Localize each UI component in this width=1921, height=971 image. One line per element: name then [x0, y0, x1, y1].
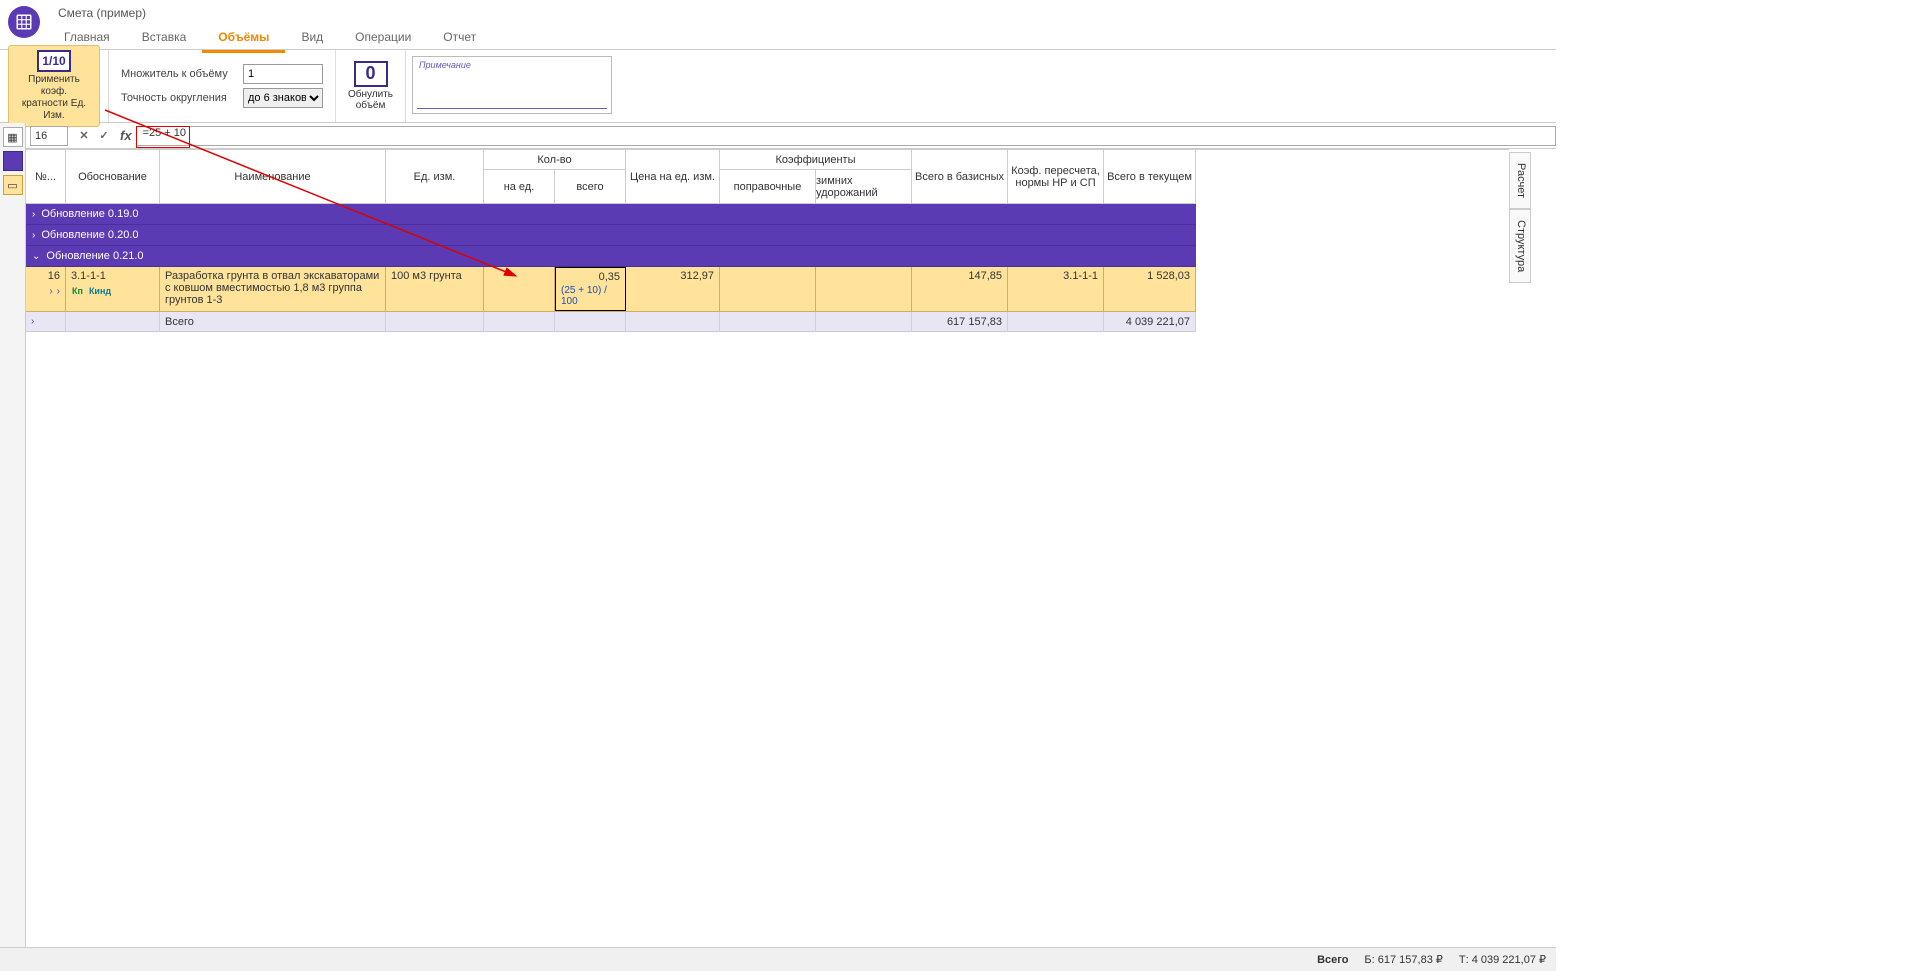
- rail-btn-3[interactable]: ▭: [3, 175, 23, 195]
- status-curr: Т: 4 039 221,07 ₽: [1459, 953, 1546, 966]
- fx-icon[interactable]: fx: [120, 128, 132, 143]
- titlebar: Смета (пример) Главная Вставка Объёмы Ви…: [0, 0, 1556, 50]
- note-input[interactable]: Примечание: [412, 56, 612, 114]
- multiplier-input[interactable]: [243, 64, 323, 84]
- status-base: Б: 617 157,83 ₽: [1364, 953, 1442, 966]
- col-price[interactable]: Цена на ед. изм.: [626, 150, 720, 203]
- apply-coef-button[interactable]: 1/10 Применить коэф. кратности Ед. Изм.: [8, 45, 100, 127]
- col-num[interactable]: №...: [26, 150, 66, 203]
- status-bar: Всего Б: 617 157,83 ₽ Т: 4 039 221,07 ₽: [0, 947, 1556, 971]
- fraction-icon: 1/10: [37, 50, 71, 72]
- cell-recalc: 3.1-1-1: [1008, 267, 1104, 311]
- formula-input[interactable]: =25 + 10: [136, 126, 1556, 146]
- right-tab-calc[interactable]: Расчет: [1509, 152, 1531, 209]
- precision-label: Точность округления: [121, 92, 237, 104]
- multiplier-label: Множитель к объёму: [121, 68, 237, 80]
- main-grid: №... Обоснование Наименование Ед. изм. К…: [26, 149, 1509, 947]
- cell-curr: 1 528,03: [1104, 267, 1196, 311]
- expand-icon[interactable]: ›: [31, 316, 34, 327]
- rail-btn-1[interactable]: ▦: [3, 127, 23, 147]
- formula-bar: 16 ✕ ✓ fx =25 + 10: [0, 123, 1556, 149]
- tab-report[interactable]: Отчет: [427, 24, 492, 53]
- tab-operations[interactable]: Операции: [339, 24, 427, 53]
- col-curr[interactable]: Всего в текущем: [1104, 150, 1196, 203]
- chevron-right-icon: ›: [32, 230, 35, 241]
- col-qty-group: Кол-во на ед. всего: [484, 150, 626, 203]
- col-base[interactable]: Всего в базисных: [912, 150, 1008, 203]
- col-coef-winter[interactable]: зимних удорожаний: [816, 170, 911, 203]
- expand-icon-2[interactable]: ›: [57, 286, 60, 297]
- zero-volume-button[interactable]: 0 Обнулить объём: [344, 57, 397, 115]
- window-title: Смета (пример): [48, 4, 492, 24]
- cell-reference[interactable]: 16: [30, 126, 68, 146]
- expand-icon[interactable]: ›: [49, 286, 52, 297]
- cell-qty-total[interactable]: 0,35 (25 + 10) / 100: [555, 267, 626, 311]
- tab-view[interactable]: Вид: [285, 24, 339, 53]
- right-rail: Расчет Структура: [1509, 152, 1531, 283]
- table-row[interactable]: 16 › › 3.1-1-1 Кп Кинд Разработка грунта…: [26, 267, 1196, 312]
- col-coef-corr[interactable]: поправочные: [720, 170, 816, 203]
- cell-coef-winter: [816, 267, 912, 311]
- col-obos[interactable]: Обоснование: [66, 150, 160, 203]
- section-0200[interactable]: › Обновление 0.20.0: [26, 225, 1196, 246]
- cell-name: Разработка грунта в отвал экскаваторами …: [160, 267, 386, 311]
- left-rail: ▦ ▭: [0, 123, 26, 947]
- zero-icon: 0: [354, 61, 388, 87]
- col-name[interactable]: Наименование: [160, 150, 386, 203]
- section-0190[interactable]: › Обновление 0.19.0: [26, 204, 1196, 225]
- section-0210[interactable]: ⌄ Обновление 0.21.0: [26, 246, 1196, 267]
- cell-coef-corr: [720, 267, 816, 311]
- col-unit[interactable]: Ед. изм.: [386, 150, 484, 203]
- col-qty-unit[interactable]: на ед.: [484, 170, 555, 203]
- right-tab-struct[interactable]: Структура: [1509, 209, 1531, 283]
- chevron-down-icon: ⌄: [32, 251, 40, 262]
- app-icon: [8, 6, 40, 38]
- summary-row: › Всего 617 157,83 4 039 221,07: [26, 312, 1196, 332]
- cell-num: 16 › ›: [26, 267, 66, 311]
- col-coef-group: Коэффициенты поправочные зимних удорожан…: [720, 150, 912, 203]
- grid-header: №... Обоснование Наименование Ед. изм. К…: [26, 150, 1196, 204]
- col-recalc[interactable]: Коэф. пересчета, нормы НР и СП: [1008, 150, 1104, 203]
- ribbon-tabs: Главная Вставка Объёмы Вид Операции Отче…: [48, 24, 492, 53]
- chevron-right-icon: ›: [32, 209, 35, 220]
- cell-qty-unit: [484, 267, 555, 311]
- cancel-icon[interactable]: ✕: [76, 128, 92, 144]
- tab-volumes[interactable]: Объёмы: [202, 24, 285, 53]
- col-qty-total[interactable]: всего: [555, 170, 625, 203]
- tab-insert[interactable]: Вставка: [126, 24, 203, 53]
- cell-unit: 100 м3 грунта: [386, 267, 484, 311]
- ribbon: 1/10 Применить коэф. кратности Ед. Изм. …: [0, 50, 1556, 123]
- rail-btn-2[interactable]: [3, 151, 23, 171]
- cell-base: 147,85: [912, 267, 1008, 311]
- confirm-icon[interactable]: ✓: [96, 128, 112, 144]
- cell-price: 312,97: [626, 267, 720, 311]
- precision-select[interactable]: до 6 знаков: [243, 88, 323, 108]
- status-total-label: Всего: [1317, 954, 1348, 966]
- cell-code: 3.1-1-1 Кп Кинд: [66, 267, 160, 311]
